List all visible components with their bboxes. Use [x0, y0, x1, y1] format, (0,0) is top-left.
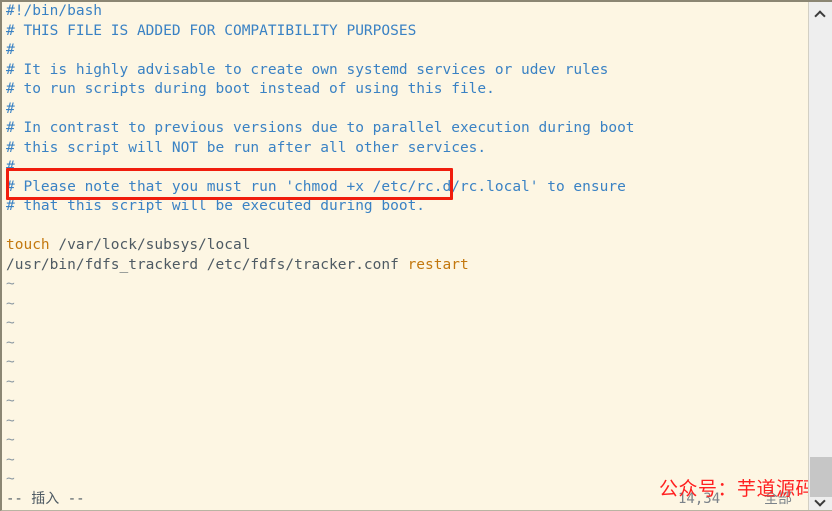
scroll-up-button[interactable]	[809, 5, 832, 23]
empty-line-marker: ~	[6, 373, 15, 390]
vim-editor-window[interactable]: #!/bin/bash # THIS FILE IS ADDED FOR COM…	[0, 0, 832, 511]
shell-argument: /var/lock/subsys/local	[49, 237, 251, 253]
empty-line-marker: ~	[6, 334, 15, 351]
chevron-down-icon	[816, 497, 825, 506]
scrollbar-thumb[interactable]	[810, 457, 832, 497]
shell-keyword: touch	[6, 237, 50, 253]
chevron-up-icon	[816, 10, 825, 19]
status-bar: -- 插入 -- 14,34 全部	[2, 489, 808, 510]
code-line: # Please note that you must run 'chmod +…	[6, 178, 626, 195]
empty-line-marker: ~	[6, 276, 15, 292]
code-line: # It is highly advisable to create own s…	[6, 61, 609, 78]
shell-keyword: restart	[407, 256, 469, 273]
code-line-touch-command: touch /var/lock/subsys/local	[2, 236, 808, 256]
empty-line-marker: ~	[6, 412, 15, 429]
code-line: # In contrast to previous versions due t…	[6, 120, 635, 136]
code-line: # that this script will be executed duri…	[6, 198, 426, 214]
code-line: # this script will NOT be run after all …	[6, 139, 487, 156]
code-line: #	[6, 100, 15, 117]
code-line: #	[6, 42, 15, 58]
text-buffer[interactable]: #!/bin/bash # THIS FILE IS ADDED FOR COM…	[2, 2, 808, 492]
code-line: # to run scripts during boot instead of …	[6, 81, 495, 97]
empty-line-marker: ~	[6, 354, 15, 370]
empty-line-marker: ~	[6, 315, 15, 331]
code-line: # THIS FILE IS ADDED FOR COMPATIBILITY P…	[6, 22, 417, 39]
scroll-down-button[interactable]	[809, 492, 832, 510]
vertical-scrollbar[interactable]	[808, 2, 832, 510]
status-scroll-scope: 全部	[764, 491, 792, 507]
empty-line-marker: ~	[6, 471, 15, 487]
code-line: #!/bin/bash	[6, 3, 103, 19]
empty-line-marker: ~	[6, 451, 15, 468]
empty-line-marker: ~	[6, 295, 15, 312]
status-mode-indicator: -- 插入 --	[6, 491, 85, 507]
shell-command-path: /usr/bin/fdfs_trackerd /etc/fdfs/tracker…	[6, 256, 408, 273]
empty-line-marker: ~	[6, 432, 15, 448]
code-line-fdfs-trackerd-command: /usr/bin/fdfs_trackerd /etc/fdfs/tracker…	[2, 256, 808, 276]
status-cursor-position: 14,34	[678, 491, 721, 507]
code-line: #	[6, 159, 15, 175]
empty-line-marker: ~	[6, 393, 15, 409]
